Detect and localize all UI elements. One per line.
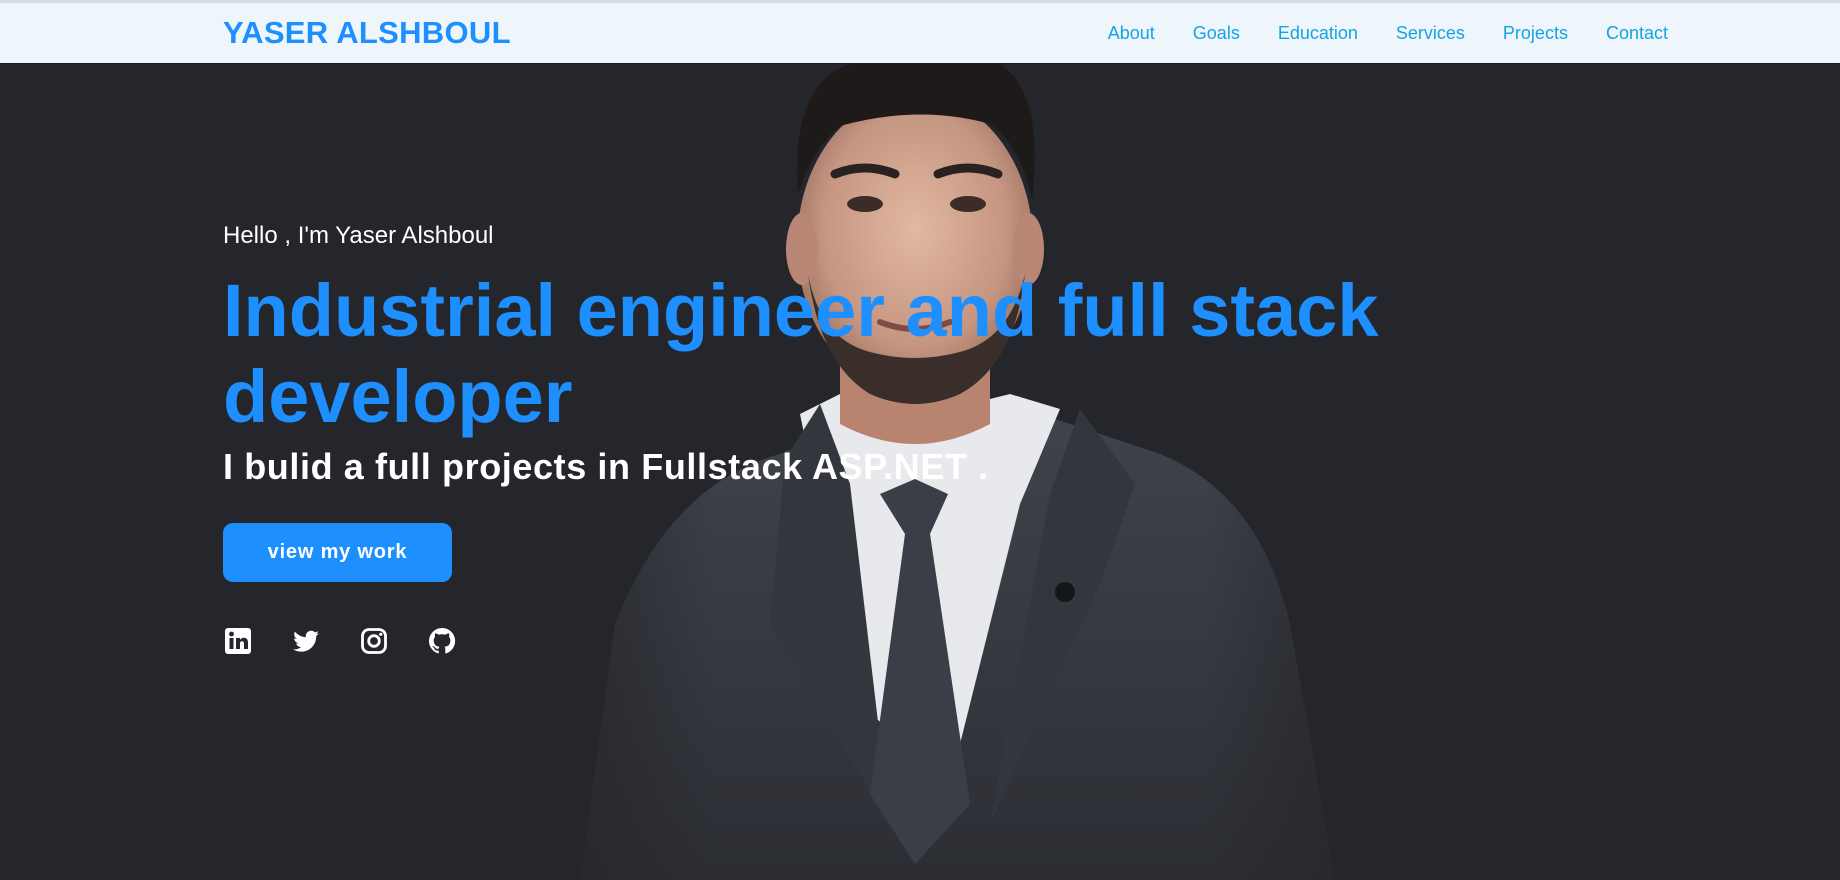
nav-link-services[interactable]: Services [1396,23,1465,44]
brand-logo[interactable]: YASER ALSHBOUL [223,15,511,51]
hero-section: Hello , I'm Yaser Alshboul Industrial en… [0,64,1840,880]
linkedin-icon [225,628,251,654]
nav-link-goals[interactable]: Goals [1193,23,1240,44]
instagram-link[interactable] [359,626,389,656]
twitter-icon [293,630,319,652]
github-link[interactable] [427,626,457,656]
greeting-text: Hello , I'm Yaser Alshboul [223,222,494,249]
hero-headline: Industrial engineer and full stack devel… [223,269,1379,438]
hero-subheadline: I bulid a full projects in Fullstack ASP… [223,446,989,487]
instagram-icon [361,628,387,654]
view-my-work-button[interactable]: view my work [223,523,452,582]
nav-link-about[interactable]: About [1108,23,1155,44]
nav-menu: About Goals Education Services Projects … [1108,23,1668,44]
linkedin-link[interactable] [223,626,253,656]
nav-link-projects[interactable]: Projects [1503,23,1568,44]
twitter-link[interactable] [291,626,321,656]
nav-link-education[interactable]: Education [1278,23,1358,44]
social-links [223,626,457,656]
navbar: YASER ALSHBOUL About Goals Education Ser… [0,0,1840,64]
github-icon [429,627,456,654]
nav-link-contact[interactable]: Contact [1606,23,1668,44]
